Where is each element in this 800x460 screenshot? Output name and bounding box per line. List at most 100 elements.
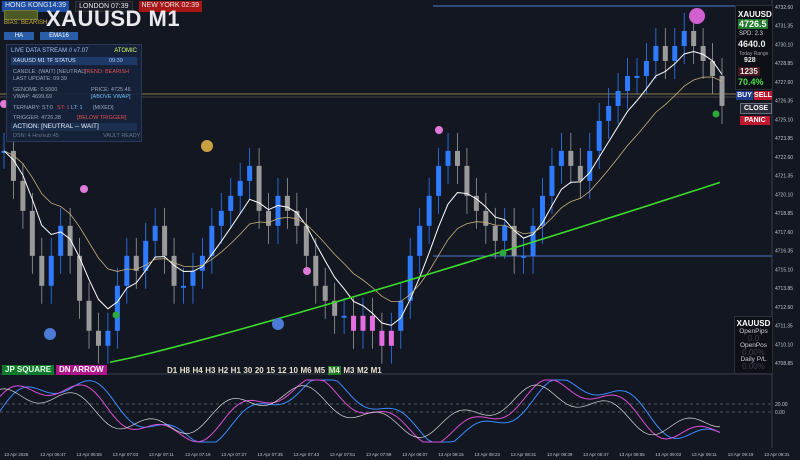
signal-marker	[712, 110, 720, 118]
oscillator-fast-line	[0, 379, 721, 443]
candle-body	[549, 165, 555, 196]
time-tick: 13 Apr 09:11	[692, 452, 718, 457]
timeframe-m1[interactable]: M1	[371, 366, 382, 375]
signal-marker	[303, 267, 311, 275]
panic-button[interactable]: PANIC	[740, 116, 770, 125]
timeframe-20[interactable]: 20	[255, 366, 264, 375]
candle-body	[426, 195, 432, 226]
candle-body	[445, 150, 451, 166]
candle-body	[436, 165, 442, 196]
action-row: ACTION: [NEUTRAL -- WAIT]	[11, 123, 137, 131]
candle-body	[143, 240, 149, 271]
signal-marker	[201, 140, 213, 152]
price-tick: 4727.60	[775, 80, 793, 86]
timeframe-30[interactable]: 30	[243, 366, 252, 375]
close-button[interactable]: CLOSE	[740, 103, 772, 114]
candle-body	[86, 300, 92, 331]
timeframe-m3[interactable]: M3	[343, 366, 354, 375]
timeframe-m4[interactable]: M4	[327, 366, 341, 375]
candle-body	[171, 255, 177, 286]
price-tick: 4723.85	[775, 136, 793, 142]
candle-body	[615, 90, 621, 106]
price-tick: 4710.10	[775, 342, 793, 348]
slow-ma-line	[109, 181, 721, 364]
jp-square-strip: JP SQUARE	[2, 365, 55, 375]
price-tick: 4716.35	[775, 249, 793, 255]
candle-body	[67, 225, 73, 256]
candle-body	[653, 45, 659, 61]
panel-header: LIVE DATA STREAM // v7.07	[11, 48, 89, 54]
price-tick: 4728.85	[775, 61, 793, 67]
signal-marker	[272, 318, 284, 330]
range-value: 928	[744, 57, 756, 64]
signal-marker	[435, 126, 443, 134]
timeframe-h4[interactable]: H4	[192, 366, 202, 375]
sell-button[interactable]: SELL	[754, 91, 772, 100]
stats-symbol: XAUUSD	[736, 319, 771, 328]
signal-marker	[44, 328, 56, 340]
candle-body	[181, 285, 186, 288]
candle-body	[360, 315, 366, 331]
candle-body	[95, 330, 101, 346]
time-tick: 13 Apr 09:31	[764, 452, 790, 457]
timeframe-h2[interactable]: H2	[218, 366, 228, 375]
timeframe-h8[interactable]: H8	[180, 366, 190, 375]
signal-marker	[499, 249, 507, 257]
time-tick: 13 Apr 09:19	[728, 452, 754, 457]
timeframe-12[interactable]: 12	[278, 366, 287, 375]
time-tick: 13 Apr 07:19	[185, 452, 211, 457]
time-tick: 13 Apr 07:59	[366, 452, 392, 457]
position-stats-box: XAUUSD OpenPips 0.0 OpenPos 0.00% Daily …	[734, 316, 773, 374]
last-update: LAST UPDATE: 09:39	[13, 76, 67, 82]
time-tick: 13 Apr 07:43	[294, 452, 320, 457]
signal-marker	[689, 8, 705, 24]
price-tick: 4717.60	[775, 230, 793, 236]
candle-body	[237, 180, 243, 196]
timeframe-m6[interactable]: M6	[300, 366, 311, 375]
osc-label-0: 0.00	[775, 410, 785, 416]
oscillator-signal-line	[0, 379, 721, 443]
spread-label: SPD: 2.3	[739, 31, 764, 37]
timeframe-10[interactable]: 10	[289, 366, 298, 375]
signal-marker	[112, 311, 120, 319]
open-pips-value: 0.0	[747, 334, 760, 343]
signal-marker	[80, 185, 88, 193]
current-price: 4726.5	[738, 19, 768, 29]
time-tick: 13 Apr 08:07	[402, 452, 428, 457]
symbol-info-box: XAUUSD 4726.5 SPD: 2.3 4640.0 Today Rang…	[735, 5, 773, 90]
dn-arrow-strip: DN ARROW	[56, 365, 107, 375]
candle-body	[369, 315, 375, 331]
timeframe-h3[interactable]: H3	[205, 366, 215, 375]
timeframe-m2[interactable]: M2	[357, 366, 368, 375]
candle-body	[341, 315, 347, 318]
price-tick: 4732.60	[775, 5, 793, 11]
timeframe-d1[interactable]: D1	[167, 366, 177, 375]
candle-body	[303, 225, 309, 256]
genome-value: GENOME: 0.5000	[13, 87, 58, 93]
trigger-value: TRIGGER: 4726.28	[13, 115, 61, 121]
time-tick: 13 Apr 08:31	[511, 452, 537, 457]
price-tick: 4730.10	[775, 42, 793, 48]
time-tick: 13 Apr 08:23	[474, 452, 500, 457]
candle-body	[681, 30, 687, 46]
timeframe-m5[interactable]: M5	[314, 366, 325, 375]
price-tick: 4731.35	[775, 24, 793, 30]
timeframe-h1[interactable]: H1	[231, 366, 241, 375]
candle-body	[502, 225, 508, 241]
buy-button[interactable]: BUY	[736, 91, 753, 100]
candle-body	[124, 255, 130, 286]
timeframe-15[interactable]: 15	[266, 366, 275, 375]
live-data-panel: LIVE DATA STREAM // v7.07 ATOMIC XAUUSD …	[6, 44, 142, 142]
candle-body	[464, 165, 470, 196]
candle-body	[454, 150, 460, 166]
price-tick: 4708.85	[775, 361, 793, 367]
candle-body	[322, 285, 328, 301]
time-tick: 13 Apr 08:55	[619, 452, 645, 457]
candle-body	[379, 330, 385, 346]
candle-body	[58, 225, 64, 256]
timeframe-strip: D1 H8 H4 H3 H2 H1 30 20 15 12 10 M6 M5 M4 M3 M2 M1	[167, 366, 382, 375]
candle-body	[596, 120, 602, 151]
price-value: PRICE: 4725.46	[91, 87, 131, 93]
candle-body	[634, 75, 640, 78]
tf-status-row: XAUUSD M1 TF STATUS 09:39	[11, 57, 137, 65]
